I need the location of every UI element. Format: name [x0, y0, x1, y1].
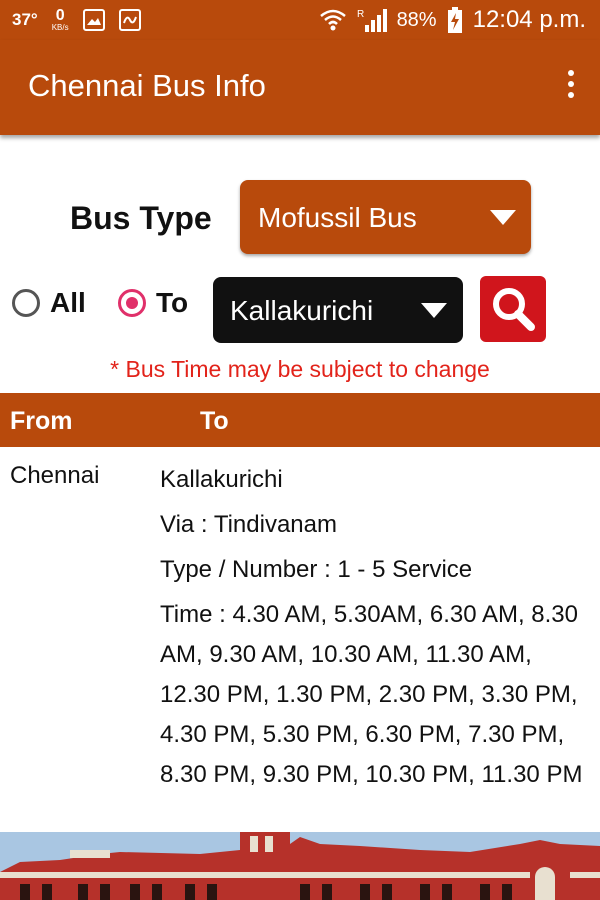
app-bar: Chennai Bus Info: [0, 40, 600, 135]
network-speed: 0 KB/s: [52, 8, 69, 32]
signal-icon: R: [357, 9, 387, 32]
radio-all-label: All: [50, 287, 86, 318]
bus-type-dropdown[interactable]: Mofussil Bus: [240, 180, 531, 254]
table-row: Kallakurichi Via : Tindivanam Type / Num…: [160, 460, 590, 795]
radio-all[interactable]: All: [12, 287, 86, 319]
status-right: R 88% 12:04 p.m.: [319, 6, 586, 34]
wifi-icon: [319, 9, 346, 31]
search-button[interactable]: [480, 276, 546, 342]
row-time: Time : 4.30 AM, 5.30AM, 6.30 AM, 8.30 AM…: [160, 601, 583, 788]
activity-icon: [118, 9, 141, 31]
header-to: To: [200, 407, 229, 435]
status-bar: 37° 0 KB/s R 88% 12:04 p.m.: [0, 0, 600, 40]
row-from: Chennai: [10, 462, 100, 489]
bus-type-label: Bus Type: [70, 200, 212, 236]
clock: 12:04 p.m.: [472, 6, 586, 33]
table-header: From To: [0, 393, 600, 447]
network-speed-value: 0: [55, 7, 65, 24]
radio-to[interactable]: To: [118, 287, 188, 319]
network-speed-unit: KB/s: [51, 23, 69, 32]
status-left: 37° 0 KB/s: [12, 8, 141, 32]
chevron-down-icon: [421, 303, 447, 318]
disclaimer-note: * Bus Time may be subject to change: [110, 356, 490, 382]
radio-to-circle[interactable]: [118, 289, 146, 317]
battery-charging-icon: [447, 7, 462, 33]
destination-value: Kallakurichi: [230, 295, 374, 326]
image-icon: [82, 9, 105, 31]
bus-type-value: Mofussil Bus: [258, 202, 417, 233]
search-icon: [493, 288, 535, 331]
more-vert-icon[interactable]: [566, 70, 576, 102]
svg-text:R: R: [357, 9, 364, 20]
battery-percent: 88%: [396, 8, 437, 31]
row-via: Via : Tindivanam: [160, 511, 337, 538]
destination-dropdown[interactable]: Kallakurichi: [213, 277, 463, 343]
chennai-central-banner-image: [0, 832, 600, 900]
row-type-number: Type / Number : 1 - 5 Service: [160, 556, 473, 583]
chevron-down-icon: [490, 210, 516, 225]
header-from: From: [10, 407, 73, 435]
temperature: 37°: [12, 10, 38, 29]
row-to: Kallakurichi: [160, 466, 283, 493]
radio-to-label: To: [156, 287, 189, 318]
app-title: Chennai Bus Info: [28, 68, 266, 103]
radio-all-circle[interactable]: [12, 289, 40, 317]
